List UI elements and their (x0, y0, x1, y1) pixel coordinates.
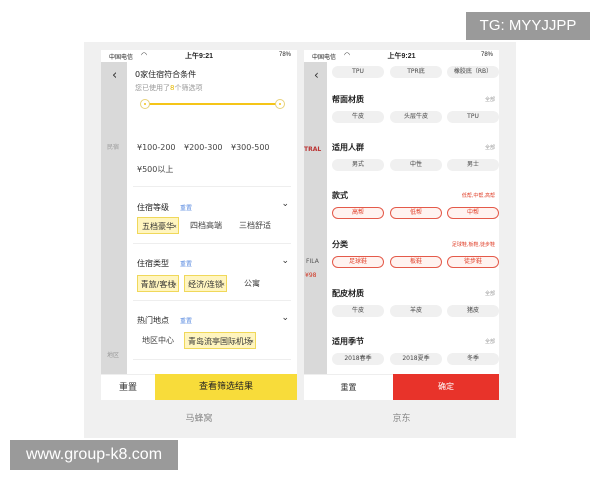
filter-pill[interactable]: 低帮 (390, 207, 442, 219)
filter-pill[interactable]: 男士 (447, 159, 499, 171)
site-watermark: www.group-k8.com (10, 440, 178, 470)
divider (133, 243, 291, 244)
filter-pill[interactable]: TPR底 (390, 66, 442, 78)
tag-type-apartment[interactable]: 公寓 (235, 275, 269, 292)
telegram-watermark: TG: MYYJJPP (466, 12, 590, 40)
section-expand-link[interactable]: 全部 (485, 96, 495, 103)
tag-level-comfort[interactable]: 三档舒适 (234, 217, 276, 234)
divider (133, 300, 291, 301)
filter-pill[interactable]: 羊皮 (390, 305, 442, 317)
chevron-down-icon[interactable]: ⌄ (281, 256, 289, 266)
price-option[interactable]: ¥300-500 (231, 143, 270, 152)
status-bar: 中国电信 ◠ 上午9:21 78% (101, 50, 297, 62)
price-min-handle[interactable] (140, 99, 150, 109)
section-title-location: 热门地点 (137, 316, 169, 325)
filter-drawer: 0家住宿符合条件 您已使用了8个筛选项 ¥100-200 ¥200-300 ¥3… (127, 62, 297, 400)
filter-pill[interactable]: 板鞋 (390, 256, 442, 268)
tag-level-highend[interactable]: 四档高端 (185, 217, 227, 234)
filter-pill[interactable]: 中帮 (447, 207, 499, 219)
filter-pill[interactable]: TPU (332, 66, 384, 78)
battery-label: 78% (480, 52, 493, 58)
filter-pill[interactable]: TPU (447, 111, 499, 123)
tag-type-hostel[interactable]: 青旅/客栈 (137, 275, 179, 294)
section-expand-link[interactable]: 低帮,中帮,高帮 (462, 192, 495, 199)
section-title: 帮面材质 (332, 95, 364, 104)
filter-usage-subtitle: 您已使用了8个筛选项 (135, 83, 202, 93)
tag-location-center[interactable]: 地区中心 (137, 332, 179, 349)
filter-drawer: TPU TPR底 橡胶底（RB） 帮面材质 全部 牛皮 头层牛皮 TPU 适用人群 全部 男式… (327, 62, 499, 400)
filter-pill[interactable]: 高帮 (332, 207, 384, 219)
reset-location-link[interactable]: 重置 (180, 316, 192, 325)
bottom-action-bar: 重置 确定 (304, 374, 499, 400)
bg-text: TRAL (304, 146, 322, 153)
jd-phone: 中国电信 ◠ 上午9:21 78% ‹ TRAL FILA ¥98 TPU TP… (304, 50, 499, 400)
section-title: 适用季节 (332, 337, 364, 346)
dimmed-background[interactable]: ‹ 民宿 地区 (101, 62, 127, 400)
tag-level-luxury[interactable]: 五档豪华 (137, 217, 179, 236)
filter-pill[interactable]: 猪皮 (447, 305, 499, 317)
price-range-track[interactable] (145, 103, 279, 105)
tag-type-budget[interactable]: 经济/连锁 (184, 275, 227, 294)
section-expand-link[interactable]: 全部 (485, 338, 495, 345)
price-option[interactable]: ¥500以上 (137, 164, 173, 175)
filter-pill[interactable]: 橡胶底（RB） (447, 66, 499, 78)
status-bar: 中国电信 ◠ 上午9:21 78% (304, 50, 499, 62)
status-time: 上午9:21 (387, 53, 416, 60)
filter-pill[interactable]: 冬季 (447, 353, 499, 365)
bottom-action-bar: 重置 查看筛选结果 (101, 374, 297, 400)
result-count-title: 0家住宿符合条件 (135, 70, 197, 79)
section-title-level: 住宿等级 (137, 203, 169, 212)
reset-button[interactable]: 重置 (304, 374, 393, 400)
section-expand-link[interactable]: 全部 (485, 144, 495, 151)
divider (133, 186, 291, 187)
chevron-down-icon[interactable]: ⌄ (281, 313, 289, 323)
price-option[interactable]: ¥100-200 (137, 143, 176, 152)
back-arrow-icon[interactable]: ‹ (112, 68, 117, 83)
price-option[interactable]: ¥200-300 (184, 143, 223, 152)
mafengwo-phone: 中国电信 ◠ 上午9:21 78% ‹ 民宿 地区 0家住宿符合条件 您已使用了… (101, 50, 297, 400)
filter-pill[interactable]: 牛皮 (332, 305, 384, 317)
caption-mafengwo: 马蜂窝 (185, 414, 213, 424)
section-title: 分类 (332, 240, 348, 249)
caption-jd: 京东 (392, 414, 411, 424)
filter-pill[interactable]: 头层牛皮 (390, 111, 442, 123)
bg-text: FILA (306, 258, 319, 265)
back-arrow-icon[interactable]: ‹ (314, 68, 319, 82)
section-expand-link[interactable]: 全部 (485, 290, 495, 297)
section-title: 适用人群 (332, 143, 364, 152)
price-max-handle[interactable] (275, 99, 285, 109)
subtitle-post: 个筛选项 (174, 84, 203, 92)
dimmed-background[interactable]: ‹ TRAL FILA ¥98 (304, 62, 327, 400)
tag-location-airport[interactable]: 青岛流亭国际机场 (184, 332, 256, 351)
section-title-type: 住宿类型 (137, 259, 169, 268)
bg-text: 民宿 (107, 144, 120, 151)
status-time: 上午9:21 (184, 53, 213, 60)
filter-pill[interactable]: 徒步鞋 (447, 256, 499, 268)
subtitle-pre: 您已使用了 (135, 84, 170, 92)
filter-pill[interactable]: 牛皮 (332, 111, 384, 123)
view-results-button[interactable]: 查看筛选结果 (155, 374, 297, 400)
bg-text: 地区 (107, 352, 120, 359)
filter-pill[interactable]: 中性 (390, 159, 442, 171)
reset-type-link[interactable]: 重置 (180, 259, 192, 268)
bg-text: ¥98 (305, 272, 317, 279)
filter-pill[interactable]: 男式 (332, 159, 384, 171)
filter-pill[interactable]: 2018春季 (332, 353, 384, 365)
confirm-button[interactable]: 确定 (393, 374, 499, 400)
divider (133, 359, 291, 360)
section-title: 配皮材质 (332, 289, 364, 298)
filter-pill[interactable]: 足球鞋 (332, 256, 384, 268)
section-expand-link[interactable]: 足球鞋,板鞋,徒步鞋 (452, 241, 495, 248)
battery-label: 78% (278, 52, 291, 58)
reset-button[interactable]: 重置 (101, 374, 155, 400)
section-title: 款式 (332, 191, 348, 200)
reset-level-link[interactable]: 重置 (180, 203, 192, 212)
chevron-down-icon[interactable]: ⌄ (281, 199, 289, 209)
filter-pill[interactable]: 2018夏季 (390, 353, 442, 365)
